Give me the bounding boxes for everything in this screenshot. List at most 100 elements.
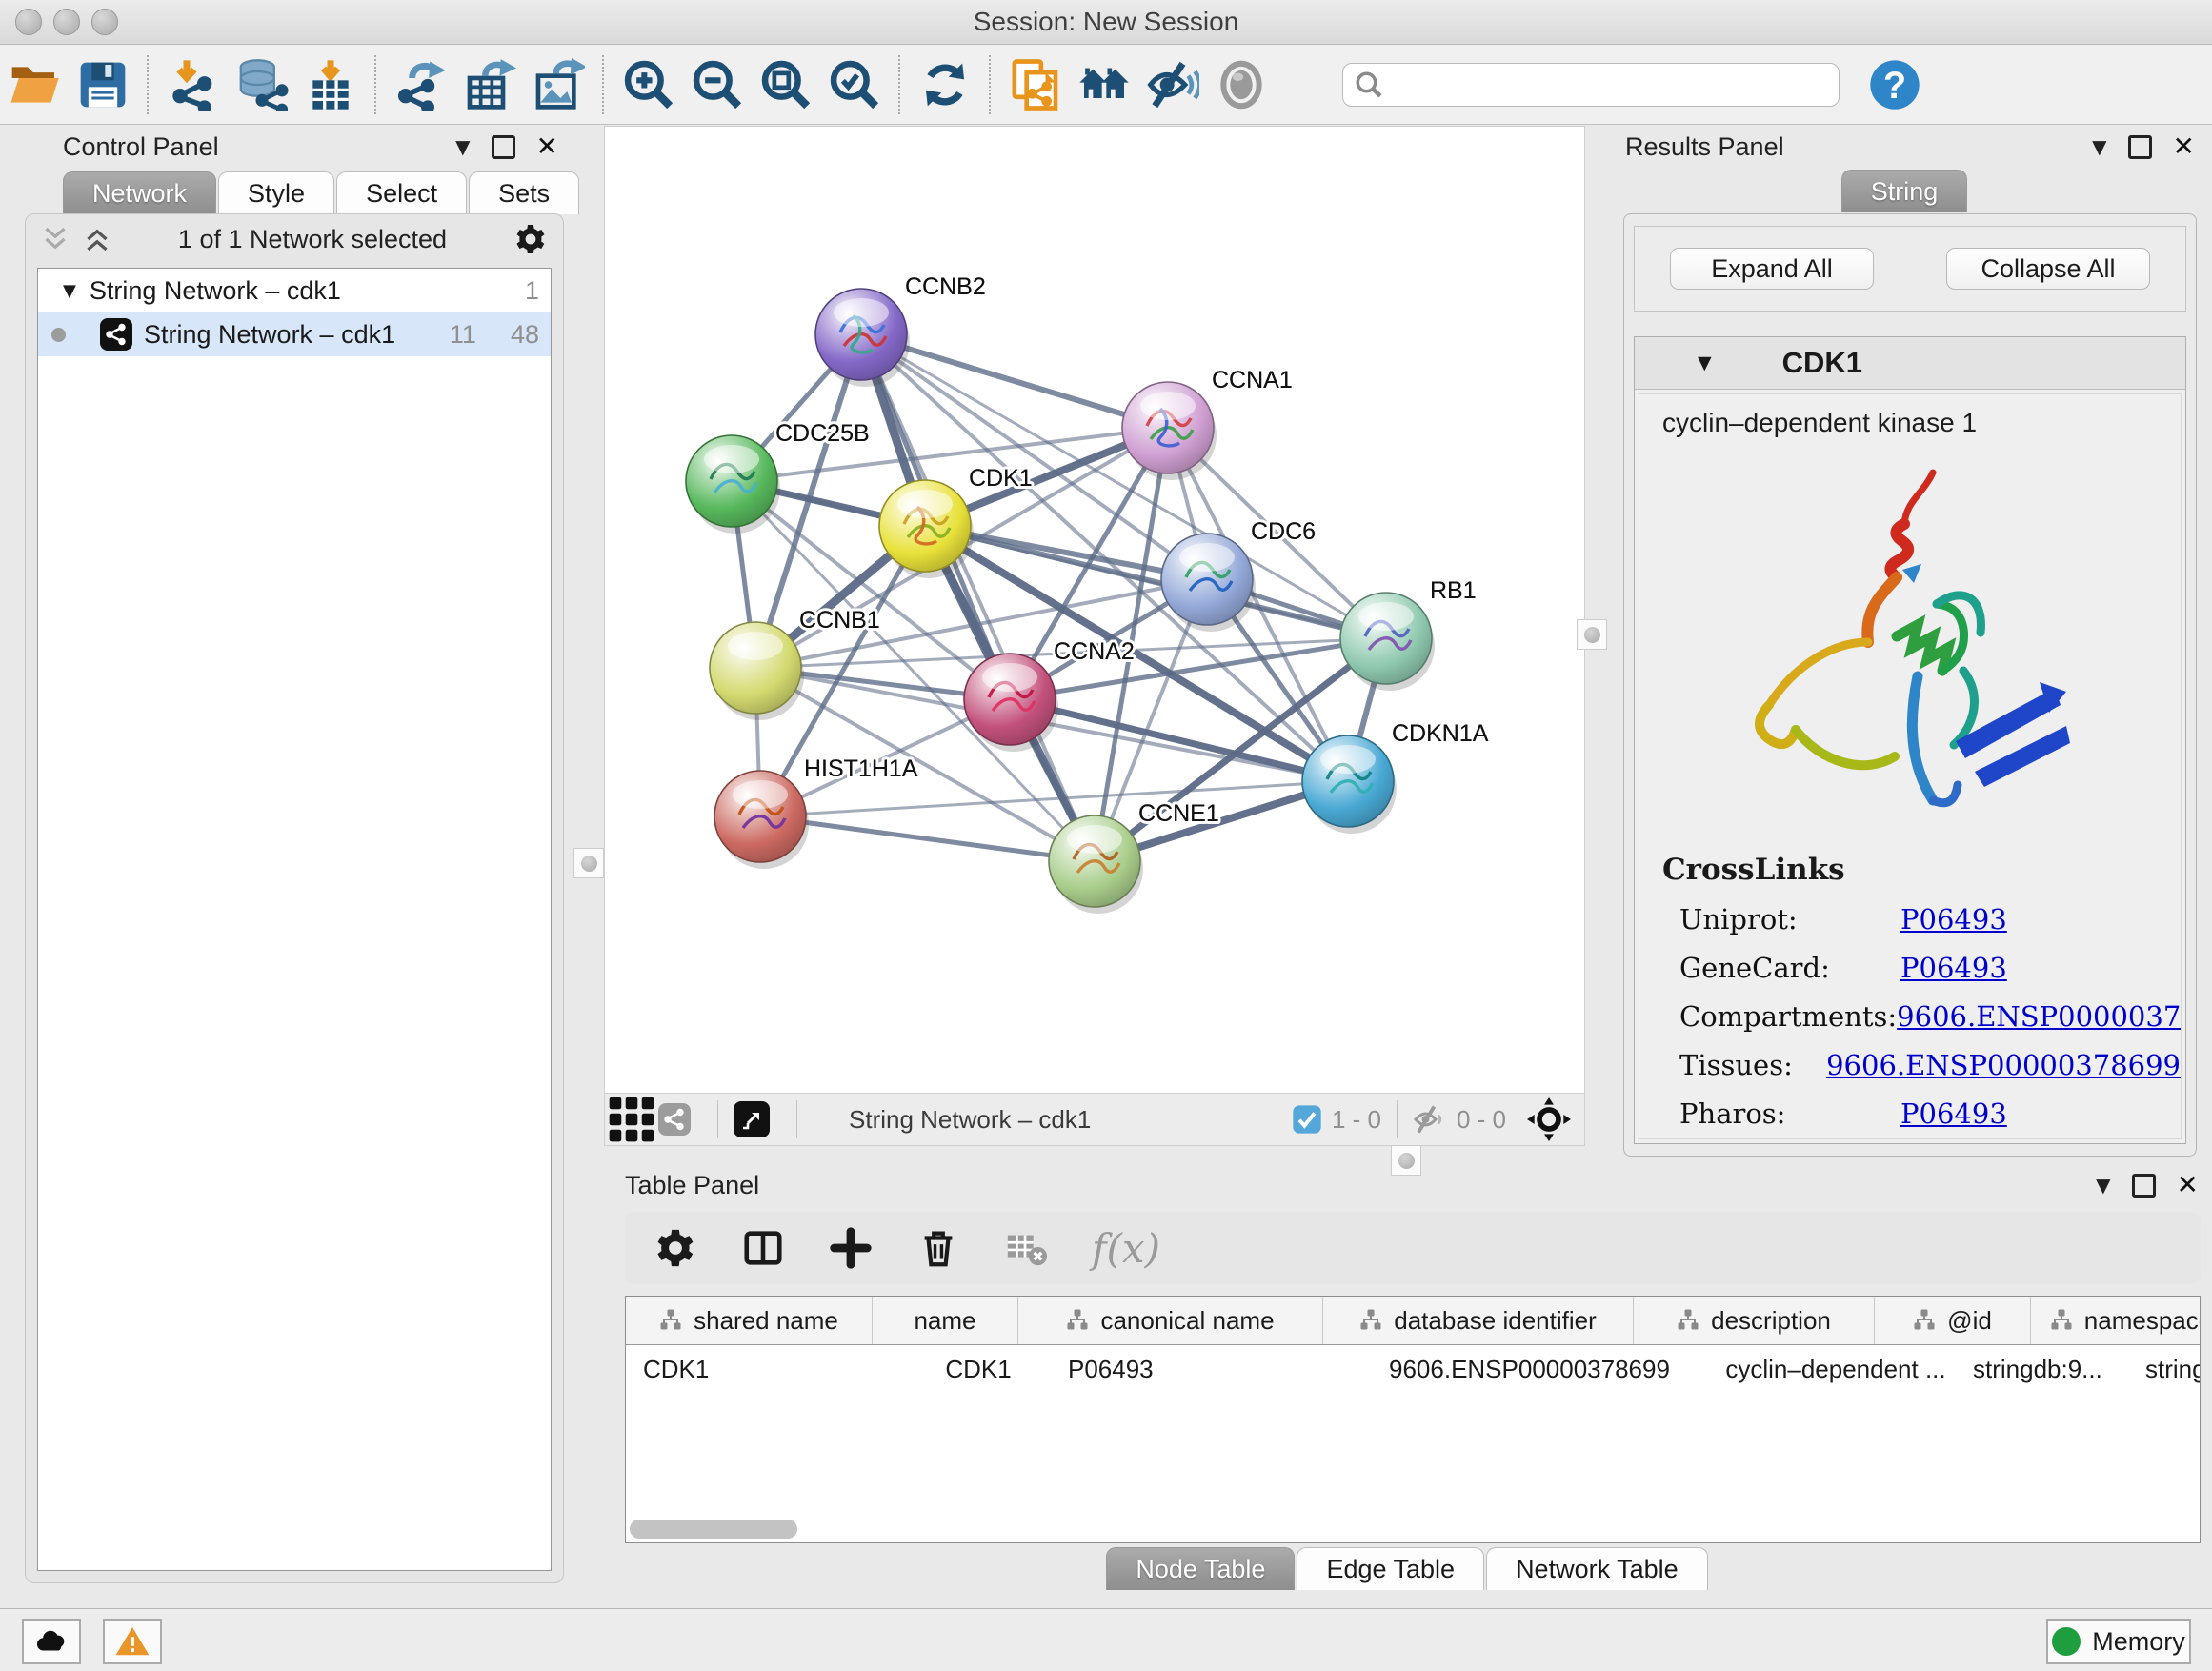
column-header-description[interactable]: description [1634, 1297, 1875, 1344]
network-view-mode-icon[interactable] [658, 1103, 691, 1136]
memory-button[interactable]: Memory [2046, 1619, 2191, 1664]
clone-network-icon[interactable] [1001, 54, 1070, 115]
column-header-database-identifier[interactable]: database identifier [1323, 1297, 1634, 1344]
crosslink-label: GeneCard: [1679, 952, 1900, 984]
export-image-icon[interactable] [524, 54, 593, 115]
crosslink-label: Compartments: [1679, 1000, 1897, 1033]
crosslink-link[interactable]: P06493 [1900, 903, 2007, 936]
collapse-panel-icon[interactable]: ▼ [2096, 1174, 2110, 1197]
delete-table-icon[interactable] [1004, 1226, 1048, 1270]
toolbar-separator [717, 1100, 718, 1138]
column-header-namespace[interactable]: namespace [2031, 1297, 2201, 1344]
memory-status-dot-icon [2052, 1627, 2081, 1656]
gene-name: CDK1 [1782, 346, 1862, 380]
tab-style[interactable]: Style [218, 171, 334, 214]
toolbar-separator [1397, 1100, 1398, 1138]
table-cell: cyclin–dependent ... [1699, 1345, 1956, 1393]
column-header-name[interactable]: name [873, 1297, 1018, 1344]
export-network-icon[interactable] [387, 54, 455, 115]
table-cell: stringdb [2128, 1345, 2201, 1393]
tab-sets[interactable]: Sets [469, 171, 579, 214]
network-edge[interactable] [861, 334, 1095, 861]
crosslink-link[interactable]: 9606.ENSP00000378699 [1826, 1049, 2181, 1081]
zoom-out-icon[interactable] [683, 54, 752, 115]
float-panel-icon[interactable] [2132, 1174, 2156, 1198]
column-header-canonical-name[interactable]: canonical name [1018, 1297, 1323, 1344]
delete-column-icon[interactable] [916, 1226, 960, 1270]
column-header--id[interactable]: @id [1875, 1297, 2031, 1344]
table-tabs: Node TableEdge TableNetwork Table [604, 1547, 2212, 1590]
import-table-file-icon[interactable] [296, 54, 365, 115]
tab-node-table[interactable]: Node Table [1106, 1547, 1295, 1590]
import-network-file-icon[interactable] [159, 54, 228, 115]
table-row[interactable]: CDK1CDK1P064939606.ENSP00000378699cyclin… [626, 1345, 2200, 1393]
section-collapse-caret-icon[interactable]: ▼ [1698, 352, 1712, 373]
close-panel-icon[interactable]: ✕ [2173, 133, 2195, 160]
import-network-database-icon[interactable] [228, 54, 296, 115]
open-session-icon[interactable] [0, 54, 69, 115]
crosslink-link[interactable]: P06493 [1900, 952, 2007, 984]
search-input[interactable] [1383, 69, 1827, 100]
hidden-eye-slash-icon[interactable] [1413, 1102, 1447, 1137]
zoom-selected-icon[interactable] [820, 54, 889, 115]
show-all-icon[interactable] [1207, 54, 1276, 115]
warnings-button[interactable] [103, 1619, 162, 1664]
column-header-shared-name[interactable]: shared name [626, 1297, 873, 1344]
float-panel-icon[interactable] [492, 135, 515, 159]
grid-view-icon[interactable] [605, 1089, 658, 1150]
network-graph[interactable]: CCNB2CCNB2CCNA1CCNA1CDC25BCDC25BCDK1CDK1… [605, 127, 1584, 1093]
tab-edge-table[interactable]: Edge Table [1297, 1547, 1484, 1590]
expand-all-networks-icon[interactable] [41, 225, 70, 253]
tab-network-table[interactable]: Network Table [1486, 1547, 1708, 1590]
collapse-all-networks-icon[interactable] [83, 225, 111, 253]
main-toolbar: ? [0, 45, 2212, 125]
table-cell: CDK1 [889, 1345, 1051, 1393]
detach-view-icon[interactable] [734, 1101, 770, 1137]
svg-text:RB1: RB1 [1430, 577, 1477, 604]
network-collection-row[interactable]: ▼ String Network – cdk1 1 [38, 269, 551, 312]
refresh-view-icon[interactable] [911, 54, 979, 115]
selected-checkbox-icon[interactable] [1292, 1104, 1322, 1135]
zoom-fit-icon[interactable] [752, 54, 820, 115]
network-view-canvas[interactable]: CCNB2CCNB2CCNA1CCNA1CDC25BCDC25BCDK1CDK1… [604, 126, 1585, 1094]
protein-structure-image [1678, 455, 2097, 827]
network-column-icon [1913, 1309, 1936, 1332]
collapse-all-button[interactable]: Collapse All [1946, 248, 2150, 290]
tab-string[interactable]: String [1841, 170, 1968, 212]
network-node[interactable]: CCNA1CCNA1 [1122, 367, 1293, 480]
help-icon[interactable]: ? [1860, 54, 1929, 115]
float-panel-icon[interactable] [2128, 135, 2152, 159]
network-options-gear-icon[interactable] [513, 222, 548, 256]
network-node[interactable]: RB1RB1 [1340, 577, 1477, 691]
svg-text:CDC6: CDC6 [1251, 518, 1316, 545]
collapse-panel-icon[interactable]: ▼ [455, 135, 470, 158]
birds-eye-crosshair-icon[interactable] [1527, 1097, 1571, 1141]
tree-expand-caret-icon[interactable]: ▼ [63, 281, 76, 301]
collapse-panel-icon[interactable]: ▼ [2092, 135, 2106, 158]
add-column-icon[interactable] [829, 1226, 873, 1270]
hide-selected-icon[interactable] [1138, 54, 1207, 115]
protein-section-header[interactable]: ▼ CDK1 [1635, 337, 2185, 390]
show-columns-icon[interactable] [741, 1226, 785, 1270]
save-session-icon[interactable] [69, 54, 137, 115]
export-table-icon[interactable] [455, 54, 524, 115]
tab-network[interactable]: Network [63, 171, 216, 214]
first-neighbors-icon[interactable] [1070, 54, 1138, 115]
network-edge[interactable] [760, 816, 1095, 861]
close-panel-icon[interactable]: ✕ [2177, 1172, 2199, 1198]
crosslink-link[interactable]: 9606.ENSP00000378699 [1897, 1000, 2182, 1033]
cloud-button[interactable] [22, 1619, 81, 1664]
close-panel-icon[interactable]: ✕ [536, 133, 558, 160]
left-splitter-handle[interactable] [573, 848, 604, 878]
table-options-gear-icon[interactable] [654, 1226, 697, 1270]
zoom-in-icon[interactable] [614, 54, 683, 115]
search-field[interactable] [1342, 63, 1840, 107]
network-row-selected[interactable]: String Network – cdk1 11 48 [38, 312, 551, 356]
crosslink-link[interactable]: P06493 [1900, 1097, 2007, 1130]
network-node[interactable]: CDKN1ACDKN1A [1302, 720, 1489, 834]
network-column-icon [659, 1309, 682, 1332]
horizontal-scrollbar-thumb[interactable] [630, 1520, 797, 1539]
function-builder-icon[interactable]: f(x) [1092, 1225, 1160, 1272]
expand-all-button[interactable]: Expand All [1670, 248, 1874, 290]
tab-select[interactable]: Select [336, 171, 467, 214]
